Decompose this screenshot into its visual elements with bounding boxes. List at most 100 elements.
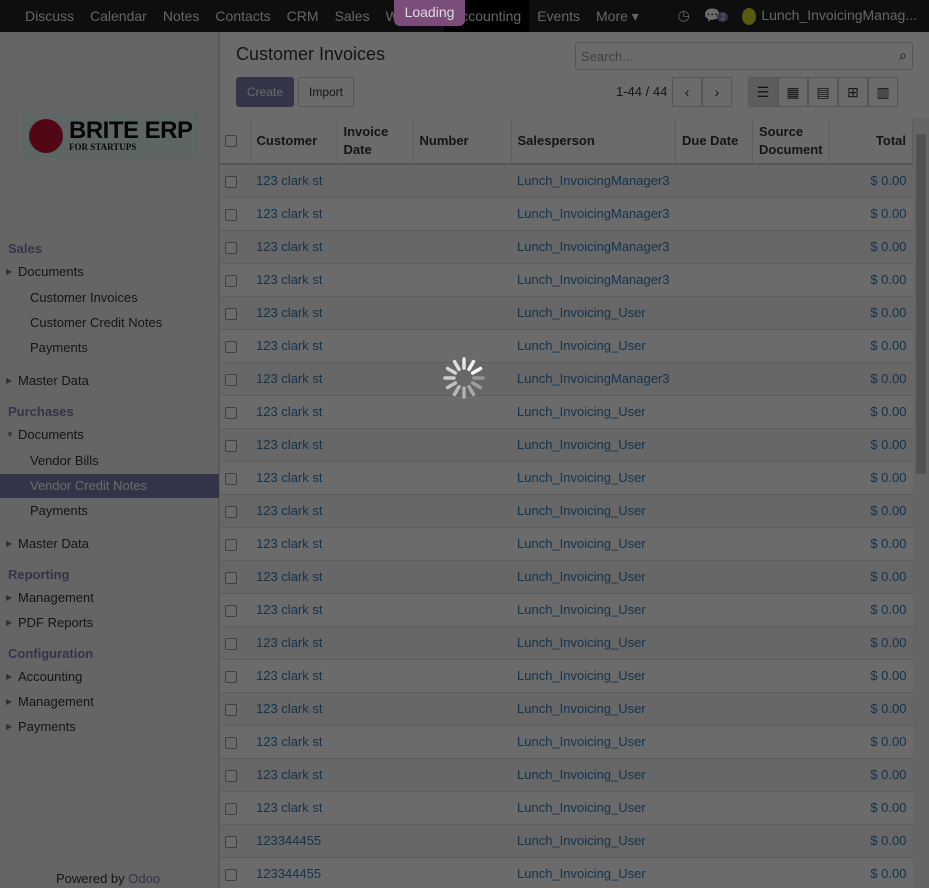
table-row[interactable]: 123 clark st Lunch_Invoicing_User $ 0.00 [220, 625, 913, 659]
customer-cell[interactable]: 123344455 [256, 866, 321, 881]
customer-cell[interactable]: 123 clark st [256, 668, 322, 683]
salesperson-cell[interactable]: Lunch_Invoicing_User [517, 503, 646, 518]
calendar-view-icon[interactable]: ▤ [808, 77, 838, 107]
row-checkbox[interactable] [225, 538, 237, 551]
sidebar-item-customer-invoices[interactable]: Customer Invoices [0, 286, 219, 310]
sidebar-item-vendor-credit-notes[interactable]: Vendor Credit Notes [0, 474, 219, 498]
search-input[interactable]: Search... ⌕ [575, 42, 913, 70]
customer-cell[interactable]: 123 clark st [256, 536, 322, 551]
pivot-view-icon[interactable]: ⊞ [838, 77, 868, 107]
sidebar-item-purchase-documents[interactable]: ▼ Documents [0, 423, 219, 447]
salesperson-cell[interactable]: Lunch_InvoicingManager3 [517, 206, 670, 221]
sidebar-item-config-management[interactable]: ▶ Management [0, 690, 219, 714]
row-checkbox[interactable] [225, 736, 237, 749]
pager-previous-icon[interactable]: ‹ [672, 77, 702, 107]
select-all-checkbox[interactable] [225, 135, 237, 148]
row-checkbox[interactable] [225, 241, 237, 254]
sidebar-item-management[interactable]: ▶ Management [0, 586, 219, 610]
column-salesperson[interactable]: Salesperson [511, 118, 676, 165]
table-row[interactable]: 123 clark st Lunch_Invoicing_User $ 0.00 [220, 790, 913, 824]
customer-cell[interactable]: 123 clark st [256, 404, 322, 419]
sidebar-item-purchase-payments[interactable]: Payments [0, 499, 219, 523]
table-row[interactable]: 123 clark st Lunch_InvoicingManager3 $ 0.0… [220, 361, 913, 395]
column-source-document[interactable]: Source Document [752, 118, 830, 165]
sidebar-item-sales-documents[interactable]: ▶ Documents [0, 260, 219, 284]
table-row[interactable]: 123 clark st Lunch_Invoicing_User $ 0.00 [220, 526, 913, 560]
scrollbar-thumb[interactable] [916, 134, 926, 474]
customer-cell[interactable]: 123 clark st [256, 371, 322, 386]
row-checkbox[interactable] [225, 505, 237, 518]
salesperson-cell[interactable]: Lunch_Invoicing_User [517, 437, 646, 452]
nav-item[interactable]: Calendar [82, 0, 155, 32]
salesperson-cell[interactable]: Lunch_Invoicing_User [517, 866, 646, 881]
salesperson-cell[interactable]: Lunch_Invoicing_User [517, 701, 646, 716]
column-customer[interactable]: Customer [250, 118, 338, 165]
table-row[interactable]: 123 clark st Lunch_Invoicing_User $ 0.00 [220, 394, 913, 428]
search-icon[interactable]: ⌕ [899, 47, 907, 64]
create-button[interactable]: Create [236, 77, 295, 107]
salesperson-cell[interactable]: Lunch_Invoicing_User [517, 305, 646, 320]
customer-cell[interactable]: 123 clark st [256, 602, 322, 617]
table-row[interactable]: 123 clark st Lunch_Invoicing_User $ 0.00 [220, 427, 913, 461]
customer-cell[interactable]: 123 clark st [256, 734, 322, 749]
salesperson-cell[interactable]: Lunch_InvoicingManager3 [517, 173, 670, 188]
row-checkbox[interactable] [225, 604, 237, 617]
salesperson-cell[interactable]: Lunch_Invoicing_User [517, 635, 646, 650]
salesperson-cell[interactable]: Lunch_Invoicing_User [517, 767, 646, 782]
salesperson-cell[interactable]: Lunch_Invoicing_User [517, 569, 646, 584]
table-row[interactable]: 123344455 Lunch_Invoicing_User $ 0.00 [220, 856, 913, 888]
row-checkbox[interactable] [225, 406, 237, 419]
salesperson-cell[interactable]: Lunch_Invoicing_User [517, 470, 646, 485]
customer-cell[interactable]: 123 clark st [256, 206, 322, 221]
table-row[interactable]: 123 clark st Lunch_InvoicingManager3 $ 0.0… [220, 262, 913, 296]
nav-item[interactable]: CRM [279, 0, 327, 32]
list-view-icon[interactable]: ☰ [748, 77, 778, 107]
sidebar-item-config-payments[interactable]: ▶ Payments [0, 715, 219, 739]
nav-item[interactable]: Contacts [207, 0, 278, 32]
salesperson-cell[interactable]: Lunch_InvoicingManager3 [517, 371, 670, 386]
customer-cell[interactable]: 123 clark st [256, 173, 322, 188]
customer-cell[interactable]: 123 clark st [256, 305, 322, 320]
sidebar-item-vendor-bills[interactable]: Vendor Bills [0, 449, 219, 473]
row-checkbox[interactable] [225, 802, 237, 815]
row-checkbox[interactable] [225, 472, 237, 485]
customer-cell[interactable]: 123 clark st [256, 239, 322, 254]
customer-cell[interactable]: 123 clark st [256, 635, 322, 650]
salesperson-cell[interactable]: Lunch_Invoicing_User [517, 536, 646, 551]
chat-icon[interactable]: 💬2 [704, 7, 729, 24]
row-checkbox[interactable] [225, 208, 237, 221]
column-number[interactable]: Number [413, 118, 512, 165]
activity-clock-icon[interactable]: ◷ [678, 7, 690, 24]
nav-item[interactable]: More ▾ [588, 0, 647, 32]
salesperson-cell[interactable]: Lunch_Invoicing_User [517, 338, 646, 353]
salesperson-cell[interactable]: Lunch_Invoicing_User [517, 833, 646, 848]
table-row[interactable]: 123 clark st Lunch_InvoicingManager3 $ 0.0… [220, 229, 913, 263]
table-row[interactable]: 123 clark st Lunch_Invoicing_User $ 0.00 [220, 460, 913, 494]
table-row[interactable]: 123 clark st Lunch_Invoicing_User $ 0.00 [220, 328, 913, 362]
table-row[interactable]: 123 clark st Lunch_Invoicing_User $ 0.00 [220, 691, 913, 725]
salesperson-cell[interactable]: Lunch_InvoicingManager3 [517, 239, 670, 254]
row-checkbox[interactable] [225, 670, 237, 683]
column-due-date[interactable]: Due Date [675, 118, 753, 165]
user-menu[interactable]: Lunch_InvoicingManag... [742, 7, 917, 25]
salesperson-cell[interactable]: Lunch_Invoicing_User [517, 602, 646, 617]
kanban-view-icon[interactable]: ▦ [778, 77, 808, 107]
nav-item[interactable]: Notes [155, 0, 208, 32]
table-row[interactable]: 123 clark st Lunch_Invoicing_User $ 0.00 [220, 757, 913, 791]
table-row[interactable]: 123 clark st Lunch_Invoicing_User $ 0.00 [220, 724, 913, 758]
sidebar-item-pdf-reports[interactable]: ▶ PDF Reports [0, 611, 219, 635]
table-row[interactable]: 123 clark st Lunch_InvoicingManager3 $ 0.0… [220, 196, 913, 230]
table-row[interactable]: 123 clark st Lunch_InvoicingManager3 $ 0.0… [220, 163, 913, 197]
customer-cell[interactable]: 123 clark st [256, 470, 322, 485]
customer-cell[interactable]: 123 clark st [256, 503, 322, 518]
row-checkbox[interactable] [225, 274, 237, 287]
row-checkbox[interactable] [225, 769, 237, 782]
sidebar-item-customer-credit-notes[interactable]: Customer Credit Notes [0, 311, 219, 335]
salesperson-cell[interactable]: Lunch_Invoicing_User [517, 668, 646, 683]
pager-next-icon[interactable]: › [702, 77, 732, 107]
salesperson-cell[interactable]: Lunch_Invoicing_User [517, 800, 646, 815]
customer-cell[interactable]: 123 clark st [256, 767, 322, 782]
row-checkbox[interactable] [225, 703, 237, 716]
customer-cell[interactable]: 123344455 [256, 833, 321, 848]
row-checkbox[interactable] [225, 307, 237, 320]
